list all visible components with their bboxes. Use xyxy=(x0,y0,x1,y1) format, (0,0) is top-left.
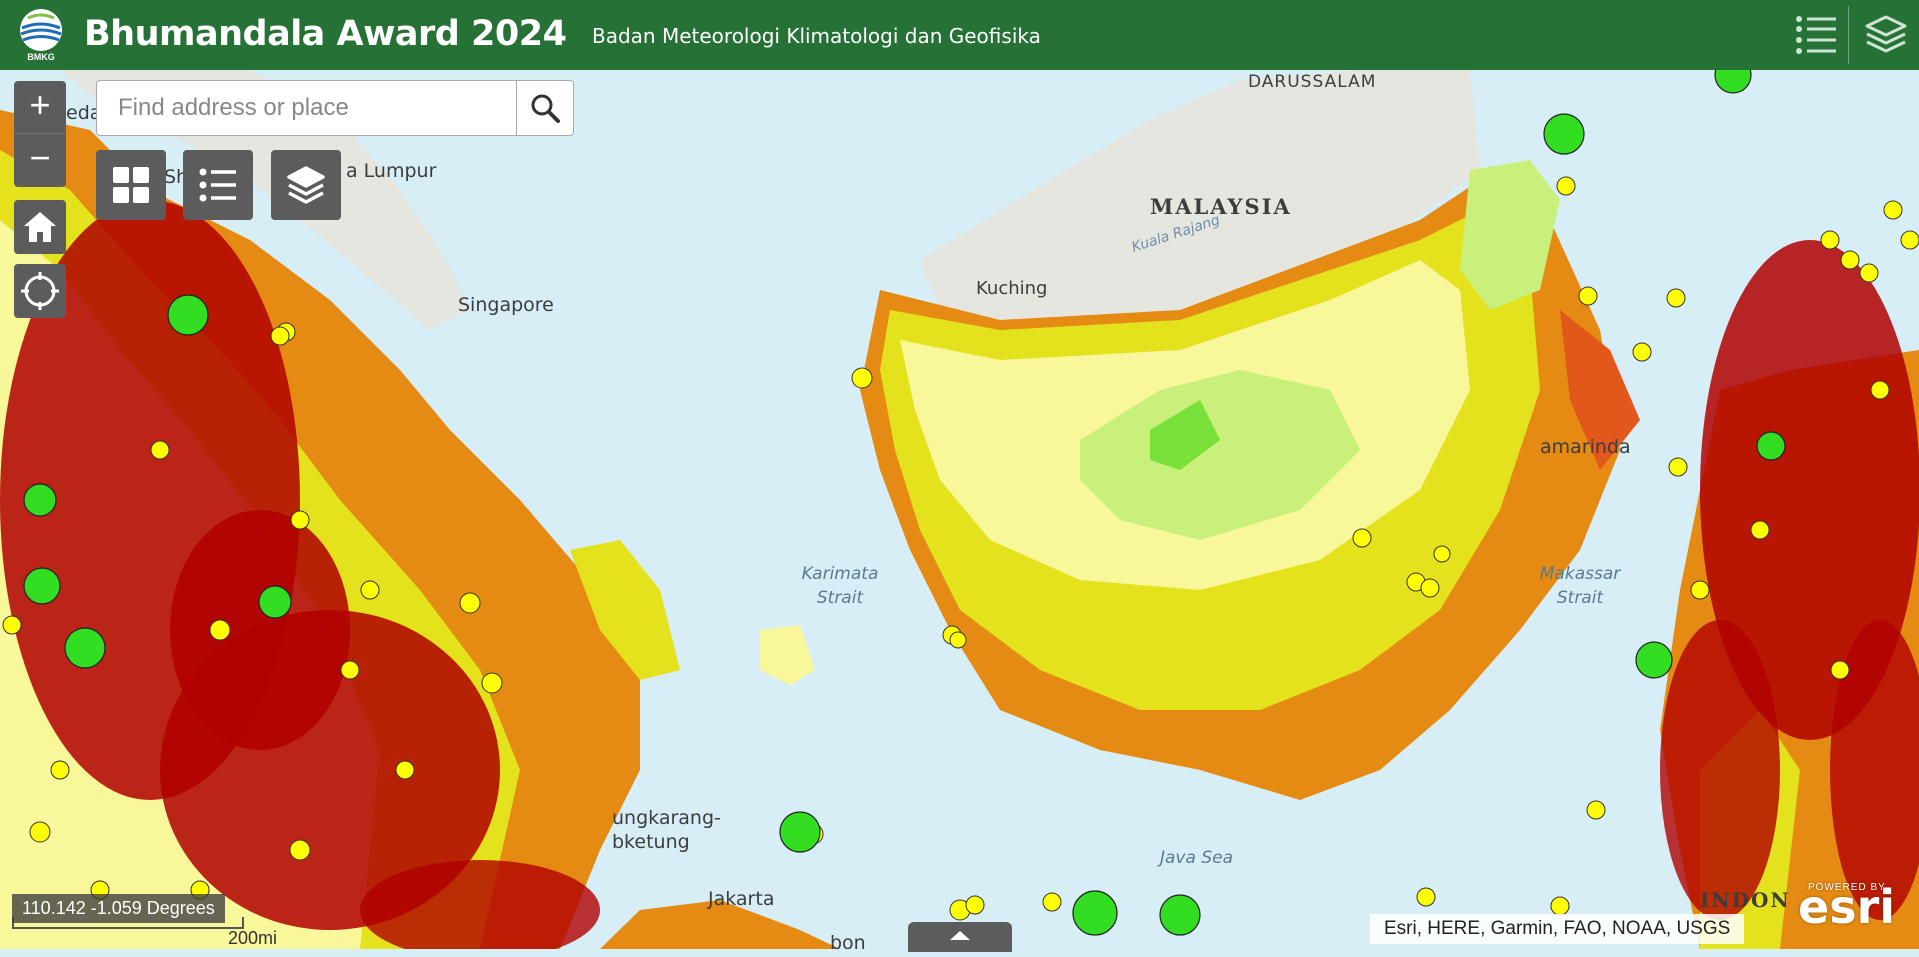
app-header: BMKG Bhumandala Award 2024 Badan Meteoro… xyxy=(0,0,1919,70)
layer-list-button[interactable] xyxy=(271,150,341,220)
legend-list-icon xyxy=(199,168,236,202)
home-button[interactable] xyxy=(14,200,66,254)
esri-logo[interactable]: esri xyxy=(1798,880,1895,934)
search-button[interactable] xyxy=(516,81,573,135)
chevron-up-icon xyxy=(950,931,970,940)
coordinate-readout: 110.142 -1.059 Degrees xyxy=(12,894,225,923)
locate-crosshair-icon xyxy=(21,272,59,310)
logo-text: BMKG xyxy=(27,52,55,62)
basemap-grid-icon xyxy=(113,167,149,203)
map-label-bottom-fragment: bon xyxy=(830,932,866,949)
zoom-control: + − xyxy=(14,81,66,187)
map-label-darussalam: DARUSSALAM xyxy=(1248,72,1377,92)
bmkg-logo: BMKG xyxy=(20,9,62,62)
map-label-samarinda: amarinda xyxy=(1540,436,1631,458)
map-label-makassar-strait: Makassar Strait xyxy=(1539,564,1621,608)
search-icon xyxy=(531,94,560,123)
map-label-karimata-strait: Karimata Strait xyxy=(801,564,879,608)
search-widget xyxy=(96,80,574,136)
legend-button[interactable] xyxy=(183,150,253,220)
zoom-in-button[interactable]: + xyxy=(14,81,66,133)
basemap-gallery-button[interactable] xyxy=(96,150,166,220)
zoom-out-button[interactable]: − xyxy=(14,133,66,186)
search-input[interactable] xyxy=(98,82,508,134)
scale-label: 200mi xyxy=(228,928,278,948)
map-label-kuala-lumpur: a Lumpur xyxy=(346,160,437,182)
app-subtitle: Badan Meteorologi Klimatologi dan Geofis… xyxy=(592,24,1041,48)
app-title: Bhumandala Award 2024 xyxy=(84,14,567,54)
map-label-malaysia: MALAYSIA xyxy=(1150,194,1292,219)
header-legend-button[interactable] xyxy=(1790,0,1842,70)
map-label-kuching: Kuching xyxy=(976,278,1048,299)
map-label-singapore: Singapore xyxy=(458,294,554,316)
locate-button[interactable] xyxy=(14,264,66,318)
layers-stack-icon xyxy=(287,166,325,204)
layers-stack-icon xyxy=(1865,15,1907,53)
map-label-jakarta: Jakarta xyxy=(708,888,775,910)
attribute-table-toggle[interactable] xyxy=(908,922,1012,952)
header-divider xyxy=(1848,6,1849,64)
map-label-tanjungkarang: ungkarang- bketung xyxy=(612,807,721,853)
legend-list-icon xyxy=(1796,16,1836,54)
home-icon xyxy=(24,212,56,242)
map-attribution: Esri, HERE, Garmin, FAO, NOAA, USGS xyxy=(1370,914,1745,944)
map-label-indonesia: INDON xyxy=(1700,888,1791,912)
header-layers-button[interactable] xyxy=(1860,0,1912,70)
map-label-java-sea: Java Sea xyxy=(1160,848,1233,868)
